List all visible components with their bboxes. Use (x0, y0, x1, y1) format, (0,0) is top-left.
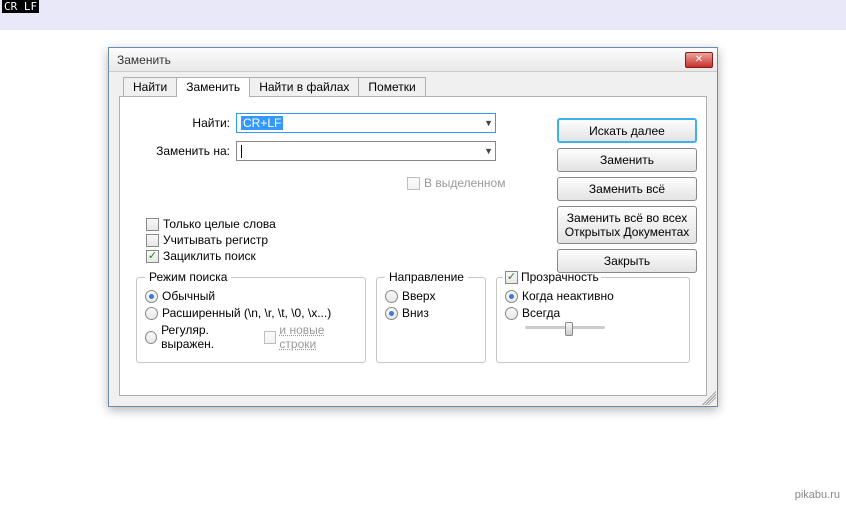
watermark: pikabu.ru (795, 489, 840, 501)
transparency-checkbox[interactable] (505, 271, 518, 284)
wrap-label: Зациклить поиск (163, 249, 256, 263)
direction-up-radio[interactable] (385, 290, 398, 303)
find-value: CR+LF (241, 116, 283, 130)
direction-title: Направление (385, 270, 468, 284)
replace-dialog: Заменить ✕ Найти Заменить Найти в файлах… (108, 47, 718, 407)
tab-find-in-files[interactable]: Найти в файлах (249, 77, 359, 96)
chevron-down-icon[interactable]: ▼ (484, 146, 493, 156)
wrap-checkbox[interactable] (146, 250, 159, 263)
transparency-group: Прозрачность Когда неактивно Всегда (496, 277, 690, 363)
window-title: Заменить (117, 53, 685, 67)
mode-regex-label: Регуляр. выражен. (161, 323, 256, 351)
mode-normal-radio[interactable] (145, 290, 158, 303)
search-mode-title: Режим поиска (145, 270, 231, 284)
tab-marks[interactable]: Пометки (358, 77, 425, 96)
match-case-label: Учитывать регистр (163, 233, 268, 247)
replace-all-open-button[interactable]: Заменить всё во всех Открытых Документах (557, 206, 697, 244)
chevron-down-icon[interactable]: ▼ (484, 118, 493, 128)
replace-button[interactable]: Заменить (557, 148, 697, 172)
trans-inactive-radio[interactable] (505, 290, 518, 303)
close-button[interactable]: Закрыть (557, 249, 697, 273)
slider-thumb[interactable] (565, 322, 573, 336)
trans-inactive-label: Когда неактивно (522, 289, 614, 303)
direction-group: Направление Вверх Вниз (376, 277, 486, 363)
match-case-checkbox[interactable] (146, 234, 159, 247)
mode-extended-radio[interactable] (145, 307, 158, 320)
replace-input[interactable]: ▼ (236, 141, 496, 161)
direction-down-radio[interactable] (385, 307, 398, 320)
close-icon[interactable]: ✕ (685, 52, 713, 68)
find-input[interactable]: CR+LF ▼ (236, 113, 496, 133)
in-selection-label: В выделенном (424, 176, 505, 190)
transparency-slider[interactable] (525, 326, 605, 329)
find-label: Найти: (130, 116, 236, 130)
mode-extended-label: Расширенный (\n, \r, \t, \0, \x...) (162, 306, 331, 320)
trans-always-label: Всегда (522, 306, 560, 320)
whole-word-checkbox[interactable] (146, 218, 159, 231)
resize-grip[interactable] (702, 391, 716, 405)
find-next-button[interactable]: Искать далее (557, 118, 697, 143)
editor-line: CR LF (2, 0, 39, 13)
titlebar[interactable]: Заменить ✕ (109, 48, 717, 72)
mode-regex-radio[interactable] (145, 331, 157, 344)
whole-word-label: Только целые слова (163, 217, 276, 231)
trans-always-radio[interactable] (505, 307, 518, 320)
tab-strip: Найти Заменить Найти в файлах Пометки (123, 77, 707, 97)
direction-up-label: Вверх (402, 289, 435, 303)
newlines-label: и новые строки (279, 323, 357, 351)
tab-find[interactable]: Найти (123, 77, 177, 96)
newlines-checkbox (264, 331, 276, 344)
replace-all-button[interactable]: Заменить всё (557, 177, 697, 201)
search-mode-group: Режим поиска Обычный Расширенный (\n, \r… (136, 277, 366, 363)
tab-replace[interactable]: Заменить (176, 77, 250, 96)
in-selection-checkbox (407, 177, 420, 190)
replace-label: Заменить на: (130, 144, 236, 158)
direction-down-label: Вниз (402, 306, 429, 320)
mode-normal-label: Обычный (162, 289, 215, 303)
